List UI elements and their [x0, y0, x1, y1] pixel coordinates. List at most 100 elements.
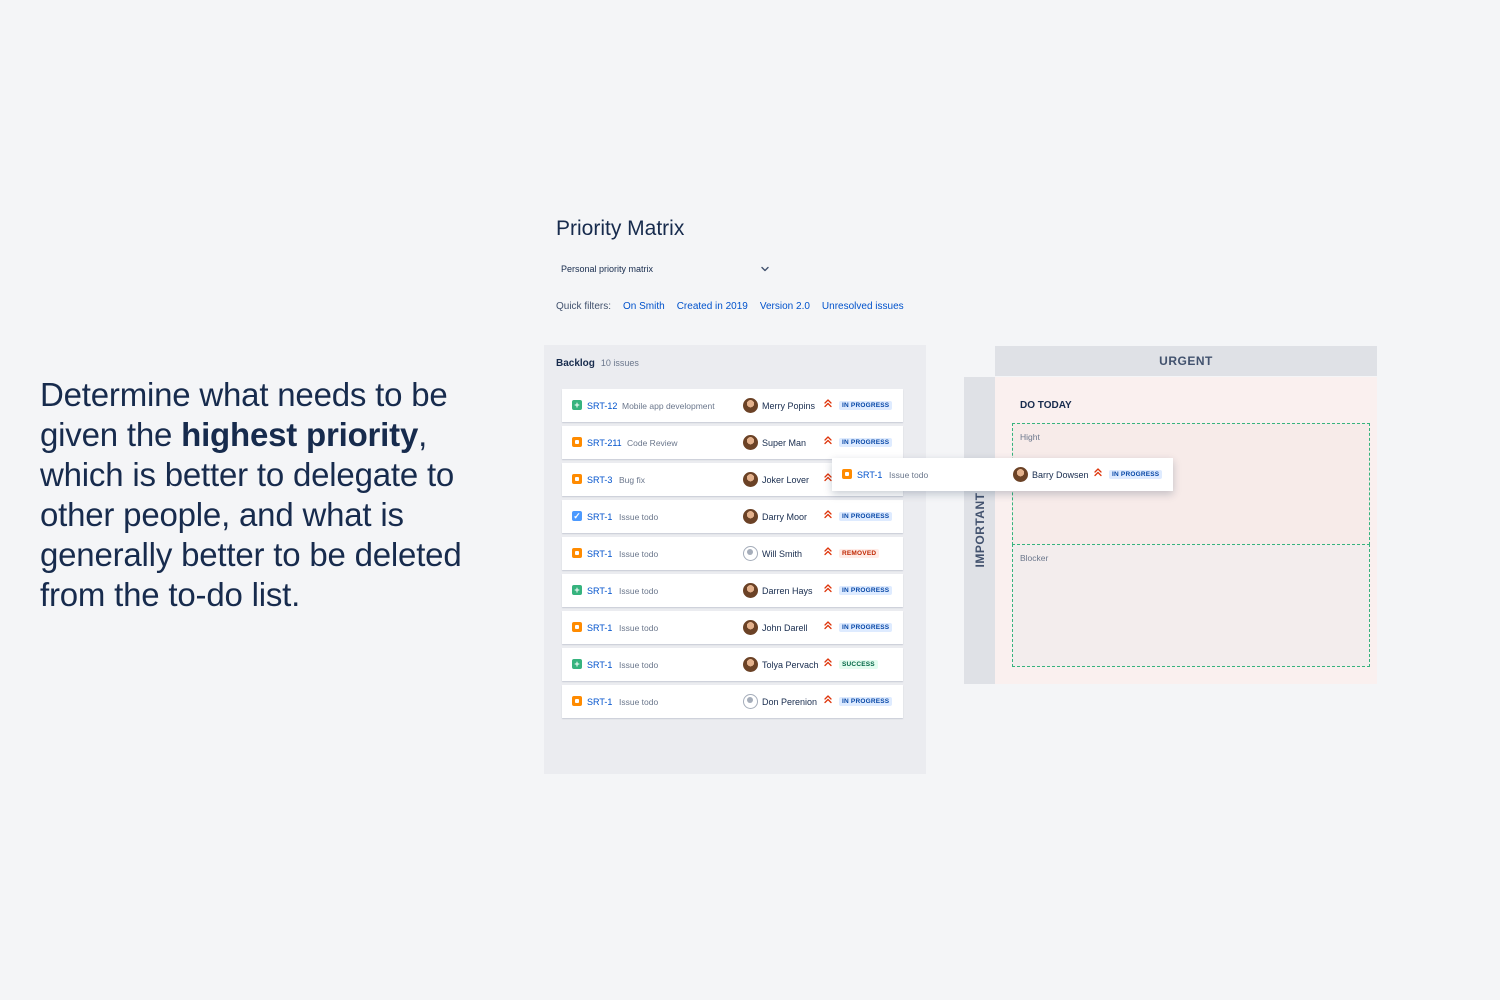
- avatar: [743, 620, 758, 635]
- issue-key[interactable]: SRT-1: [587, 586, 612, 596]
- filter-created-2019[interactable]: Created in 2019: [677, 301, 748, 312]
- backlog-row[interactable]: + SRT-1 Issue todo Tolya Pervach SUCCESS: [562, 648, 903, 681]
- assignee-name: Will Smith: [762, 549, 802, 559]
- drop-zone-blocker[interactable]: Blocker: [1012, 544, 1370, 667]
- issue-summary: Issue todo: [619, 697, 659, 707]
- backlog-list: + SRT-12 Mobile app development Merry Po…: [562, 389, 903, 722]
- assignee-name: John Darell: [762, 623, 808, 633]
- priority-highest-icon: [824, 620, 834, 632]
- important-axis: IMPORTANT: [964, 377, 995, 684]
- issue-key[interactable]: SRT-3: [587, 475, 612, 485]
- assignee-name: Tolya Pervach: [762, 660, 819, 670]
- priority-highest-icon: [824, 509, 834, 521]
- assignee-name: Merry Popins: [762, 401, 816, 411]
- chevron-down-icon: [759, 263, 771, 275]
- priority-highest-icon: [824, 435, 834, 447]
- issue-summary: Issue todo: [619, 623, 659, 633]
- urgent-axis-label: URGENT: [995, 346, 1377, 376]
- task-icon: ✓: [572, 511, 582, 521]
- status-badge: IN PROGRESS: [839, 438, 893, 447]
- zone-label-high: Hight: [1020, 432, 1040, 442]
- filter-on-smith[interactable]: On Smith: [623, 301, 665, 312]
- story-icon: +: [572, 585, 582, 595]
- zone-label-blocker: Blocker: [1020, 553, 1049, 563]
- status-badge: IN PROGRESS: [839, 623, 893, 632]
- issue-key[interactable]: SRT-12: [587, 401, 617, 411]
- backlog-row[interactable]: SRT-1 Issue todo Will Smith REMOVED: [562, 537, 903, 570]
- quick-filters-label: Quick filters:: [556, 301, 612, 312]
- assignee-name: Darren Hays: [762, 586, 813, 596]
- avatar: [1013, 467, 1028, 482]
- backlog-row[interactable]: + SRT-1 Issue todo Darren Hays IN PROGRE…: [562, 574, 903, 607]
- issue-summary: Issue todo: [619, 586, 659, 596]
- bug-icon: [572, 622, 582, 632]
- filter-version-2[interactable]: Version 2.0: [760, 301, 810, 312]
- issue-summary: Issue todo: [889, 470, 929, 480]
- priority-highest-icon: [824, 546, 834, 558]
- backlog-header: Backlog 10 issues: [556, 358, 639, 369]
- avatar: [743, 657, 758, 672]
- assignee-name: Don Perenion: [762, 697, 818, 707]
- issue-key[interactable]: SRT-1: [587, 660, 612, 670]
- issue-summary: Issue todo: [619, 660, 659, 670]
- backlog-panel: Backlog 10 issues + SRT-12 Mobile app de…: [544, 345, 926, 774]
- issue-key[interactable]: SRT-1: [587, 697, 612, 707]
- issue-key[interactable]: SRT-1: [587, 623, 612, 633]
- issue-key[interactable]: SRT-1: [857, 470, 882, 480]
- avatar: [743, 583, 758, 598]
- status-badge: IN PROGRESS: [839, 586, 893, 595]
- matrix-select[interactable]: Personal priority matrix: [556, 258, 776, 280]
- backlog-count: 10 issues: [600, 358, 639, 368]
- avatar: [743, 472, 758, 487]
- story-icon: +: [572, 400, 582, 410]
- bug-icon: [572, 696, 582, 706]
- backlog-row[interactable]: SRT-211 Code Review Super Man IN PROGRES…: [562, 426, 903, 459]
- issue-key[interactable]: SRT-211: [587, 438, 622, 448]
- issue-summary: Code Review: [627, 438, 678, 448]
- status-badge: IN PROGRESS: [1109, 470, 1163, 479]
- story-icon: +: [572, 659, 582, 669]
- important-axis-label: IMPORTANT: [972, 492, 987, 568]
- avatar: [743, 694, 758, 709]
- priority-highest-icon: [1094, 467, 1104, 479]
- backlog-row[interactable]: SRT-1 Issue todo Don Perenion IN PROGRES…: [562, 685, 903, 718]
- quadrant-title: DO TODAY: [1020, 400, 1072, 411]
- backlog-row[interactable]: ✓ SRT-1 Issue todo Darry Moor IN PROGRES…: [562, 500, 903, 533]
- status-badge: REMOVED: [839, 549, 880, 558]
- backlog-row[interactable]: SRT-1 Issue todo John Darell IN PROGRESS: [562, 611, 903, 644]
- bug-icon: [572, 548, 582, 558]
- issue-key[interactable]: SRT-1: [587, 549, 612, 559]
- page-title: Priority Matrix: [556, 217, 685, 240]
- issue-summary: Issue todo: [619, 549, 659, 559]
- avatar: [743, 509, 758, 524]
- dragged-issue-card[interactable]: SRT-1 Issue todo Barry Dowsen IN PROGRES…: [832, 458, 1173, 491]
- hero-text: Determine what needs to be given the hig…: [40, 375, 510, 615]
- priority-highest-icon: [824, 398, 834, 410]
- bug-icon: [842, 469, 852, 479]
- status-badge: IN PROGRESS: [839, 401, 893, 410]
- priority-highest-icon: [824, 694, 834, 706]
- hero-text-bold: highest priority: [181, 416, 419, 453]
- bug-icon: [572, 474, 582, 484]
- issue-summary: Bug fix: [619, 475, 645, 485]
- filter-unresolved[interactable]: Unresolved issues: [822, 301, 904, 312]
- issue-summary: Mobile app development: [622, 401, 715, 411]
- matrix-select-value: Personal priority matrix: [561, 264, 654, 274]
- issue-summary: Issue todo: [619, 512, 659, 522]
- priority-highest-icon: [824, 583, 834, 595]
- issue-key[interactable]: SRT-1: [587, 512, 612, 522]
- avatar: [743, 546, 758, 561]
- assignee-name: Barry Dowsen: [1032, 470, 1089, 480]
- backlog-row[interactable]: + SRT-12 Mobile app development Merry Po…: [562, 389, 903, 422]
- assignee-name: Joker Lover: [762, 475, 810, 485]
- status-badge: SUCCESS: [839, 660, 878, 669]
- assignee-name: Super Man: [762, 438, 807, 448]
- bug-icon: [572, 437, 582, 447]
- status-badge: IN PROGRESS: [839, 512, 893, 521]
- quick-filters: Quick filters: On Smith Created in 2019 …: [556, 301, 904, 312]
- priority-highest-icon: [824, 657, 834, 669]
- status-badge: IN PROGRESS: [839, 697, 893, 706]
- avatar: [743, 398, 758, 413]
- assignee-name: Darry Moor: [762, 512, 808, 522]
- backlog-title: Backlog: [556, 358, 595, 369]
